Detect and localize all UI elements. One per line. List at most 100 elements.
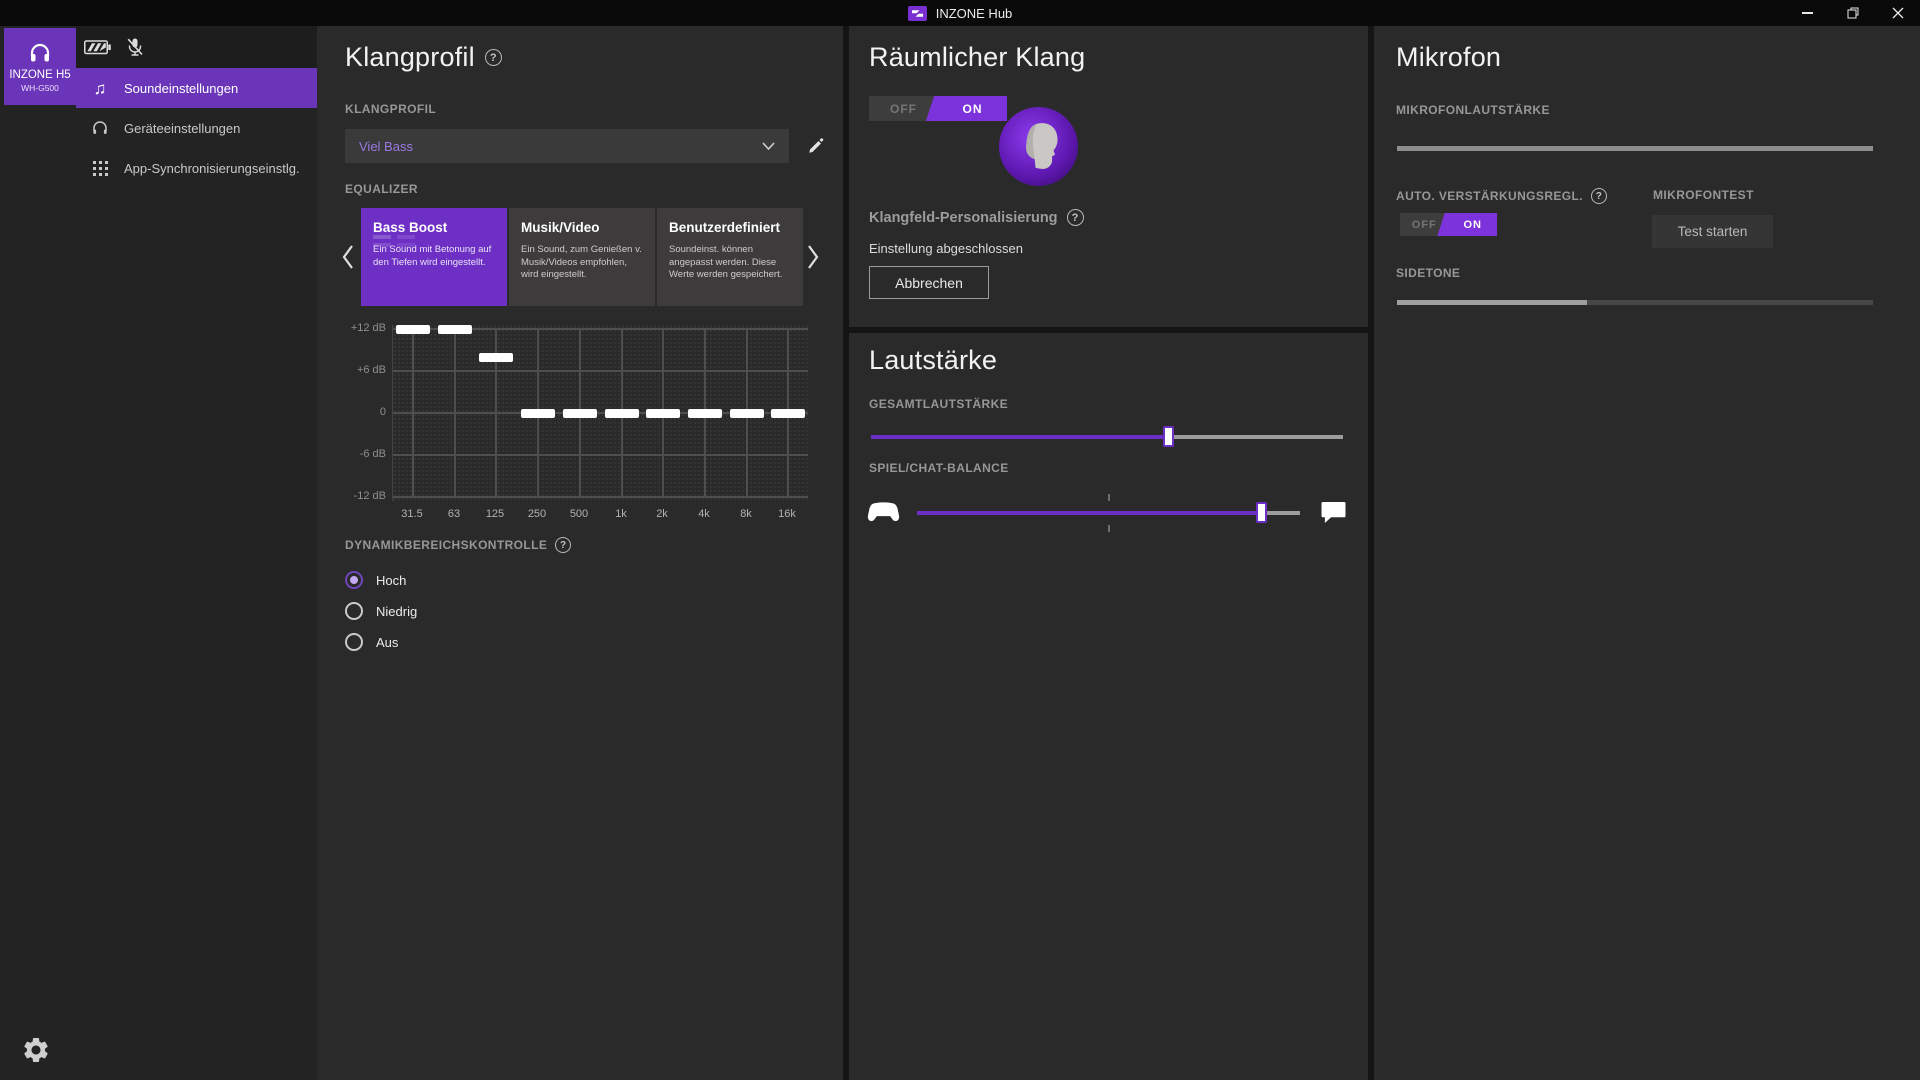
drc-option-hoch[interactable]: Hoch [345,569,417,591]
app-title: INZONE Hub [908,6,1013,21]
raeumlicher-klang-panel: Räumlicher Klang OFF ON Klangfeld-Person… [849,26,1368,327]
restore-button[interactable] [1830,0,1875,26]
edit-profile-button[interactable] [803,133,829,159]
personalization-label: Klangfeld-Personalisierung [869,210,1058,226]
radio-label: Niedrig [376,604,417,619]
preset-title: Benutzerdefiniert [669,220,793,235]
device-model: WH-G500 [21,83,59,93]
eq-x-tick-label: 2k [640,508,684,520]
eq-band-handle-500[interactable] [563,409,597,418]
eq-band-handle-250[interactable] [521,409,555,418]
eq-band-handle-31-5[interactable] [396,325,430,334]
eq-band-handle-2k[interactable] [646,409,680,418]
settings-gear-button[interactable] [20,1034,52,1066]
drc-options: Hoch Niedrig Aus [345,569,417,653]
close-button[interactable] [1875,0,1920,26]
mikrofon-panel: Mikrofon MIKROFONLAUTSTÄRKE AUTO. VERSTÄ… [1374,26,1920,1080]
presets-scroll-right-button[interactable] [805,243,821,271]
mic-volume-label: MIKROFONLAUTSTÄRKE [1396,103,1550,117]
grid-icon [90,161,110,176]
mic-test-label: MIKROFONTEST [1653,188,1754,202]
drc-label: DYNAMIKBEREICHSKONTROLLE [345,538,547,552]
sidetone-slider[interactable] [1397,300,1873,305]
device-name: INZONE H5 [9,69,70,81]
device-status-icons [84,26,145,68]
start-mic-test-button[interactable]: Test starten [1652,215,1773,248]
sidebar-item-geräteeinstellungen[interactable]: Geräteeinstellungen [76,108,317,148]
slider-thumb[interactable] [1163,426,1174,447]
sidetone-label: SIDETONE [1396,266,1460,280]
app-title-text: INZONE Hub [936,6,1013,21]
equalizer-label: EQUALIZER [345,182,418,196]
preset-description: Soundeinst. können angepasst werden. Die… [669,244,793,282]
eq-band-handle-4k[interactable] [688,409,722,418]
drc-option-aus[interactable]: Aus [345,631,417,653]
device-tile[interactable]: INZONE H5 WH-G500 [4,28,76,105]
sidebar: INZONE H5 WH-G500 ♫Soundeinstellungen Ger… [0,26,317,1080]
sidebar-item-label: Geräteeinstellungen [124,121,240,136]
inzone-hub-window: INZONE Hub INZONE H5 WH-G500 ♫S [0,0,1920,1080]
window-controls [1785,0,1920,26]
eq-preset-bass-boost[interactable]: Bass Boost Ein Sound mit Betonung auf den… [361,208,507,306]
titlebar: INZONE Hub [0,0,1920,26]
center-tick [1108,525,1110,532]
help-icon[interactable] [1067,209,1084,226]
personalization-status: Einstellung abgeschlossen [869,241,1023,256]
eq-y-tick-label: 0 [340,406,386,418]
radio-button[interactable] [345,602,363,620]
agc-label: AUTO. VERSTÄRKUNGSREGL. [1396,189,1583,203]
radio-button[interactable] [345,571,363,589]
radio-button[interactable] [345,633,363,651]
eq-band-handle-125[interactable] [479,353,513,362]
mic-level-meter [1397,146,1873,151]
preset-title: Bass Boost [373,220,497,235]
head-model-image [1008,116,1070,178]
slider-thumb[interactable] [1256,502,1267,523]
help-icon[interactable] [1591,188,1607,204]
help-icon[interactable] [485,49,502,66]
close-icon [1892,7,1904,19]
chevron-left-icon [341,244,354,270]
preset-description: Ein Sound mit Betonung auf den Tiefen wi… [373,244,497,269]
equalizer-presets: Bass Boost Ein Sound mit Betonung auf den… [361,208,803,306]
preset-description: Ein Sound, zum Genießen v. Musik/Videos … [521,244,645,282]
master-volume-slider[interactable] [871,425,1343,448]
eq-band-handle-16k[interactable] [771,409,805,418]
klangprofil-dropdown-value: Viel Bass [359,139,413,154]
sidetone-fill [1397,300,1587,305]
slider-fill [871,435,1168,439]
sidebar-nav: ♫Soundeinstellungen Geräteeinstellungen Ap… [76,68,317,188]
eq-band-handle-1k[interactable] [605,409,639,418]
drc-option-niedrig[interactable]: Niedrig [345,600,417,622]
eq-x-tick-label: 31.5 [390,508,434,520]
eq-x-tick-label: 63 [432,508,476,520]
equalizer-plot-area[interactable] [392,325,808,501]
headphones-icon [90,119,110,137]
center-tick [1108,494,1110,501]
eq-preset-musik-video[interactable]: Musik/Video Ein Sound, zum Genießen v. Mu… [509,208,655,306]
eq-band-handle-8k[interactable] [730,409,764,418]
slider-fill [917,511,1262,515]
chat-bubble-icon [1321,501,1346,529]
pencil-icon [808,138,824,154]
inzone-logo-icon [908,6,927,21]
equalizer-graph: +12 dB+6 dB0-6 dB-12 dB31.5631252505001k… [340,325,810,535]
eq-x-tick-label: 500 [557,508,601,520]
eq-preset-benutzerdefiniert[interactable]: Benutzerdefiniert Soundeinst. können ange… [657,208,803,306]
sidebar-item-app-synchronisierungseinstlg[interactable]: App-Synchronisierungseinstlg. [76,148,317,188]
eq-y-tick-label: +6 dB [340,364,386,376]
minimize-button[interactable] [1785,0,1830,26]
eq-band-handle-63[interactable] [438,325,472,334]
agc-toggle[interactable]: OFF ON [1400,213,1497,236]
game-chat-balance-slider[interactable] [917,501,1300,524]
radio-label: Aus [376,635,398,650]
help-icon[interactable] [555,537,571,553]
presets-scroll-left-button[interactable] [339,243,355,271]
sidebar-item-soundeinstellungen[interactable]: ♫Soundeinstellungen [76,68,317,108]
cancel-button[interactable]: Abbrechen [869,266,989,299]
mikrofon-heading: Mikrofon [1396,42,1501,73]
lautstaerke-heading: Lautstärke [869,345,997,376]
klangprofil-dropdown[interactable]: Viel Bass [345,129,789,163]
preset-title: Musik/Video [521,220,645,235]
spatial-sound-toggle[interactable]: OFF ON [869,96,1007,121]
